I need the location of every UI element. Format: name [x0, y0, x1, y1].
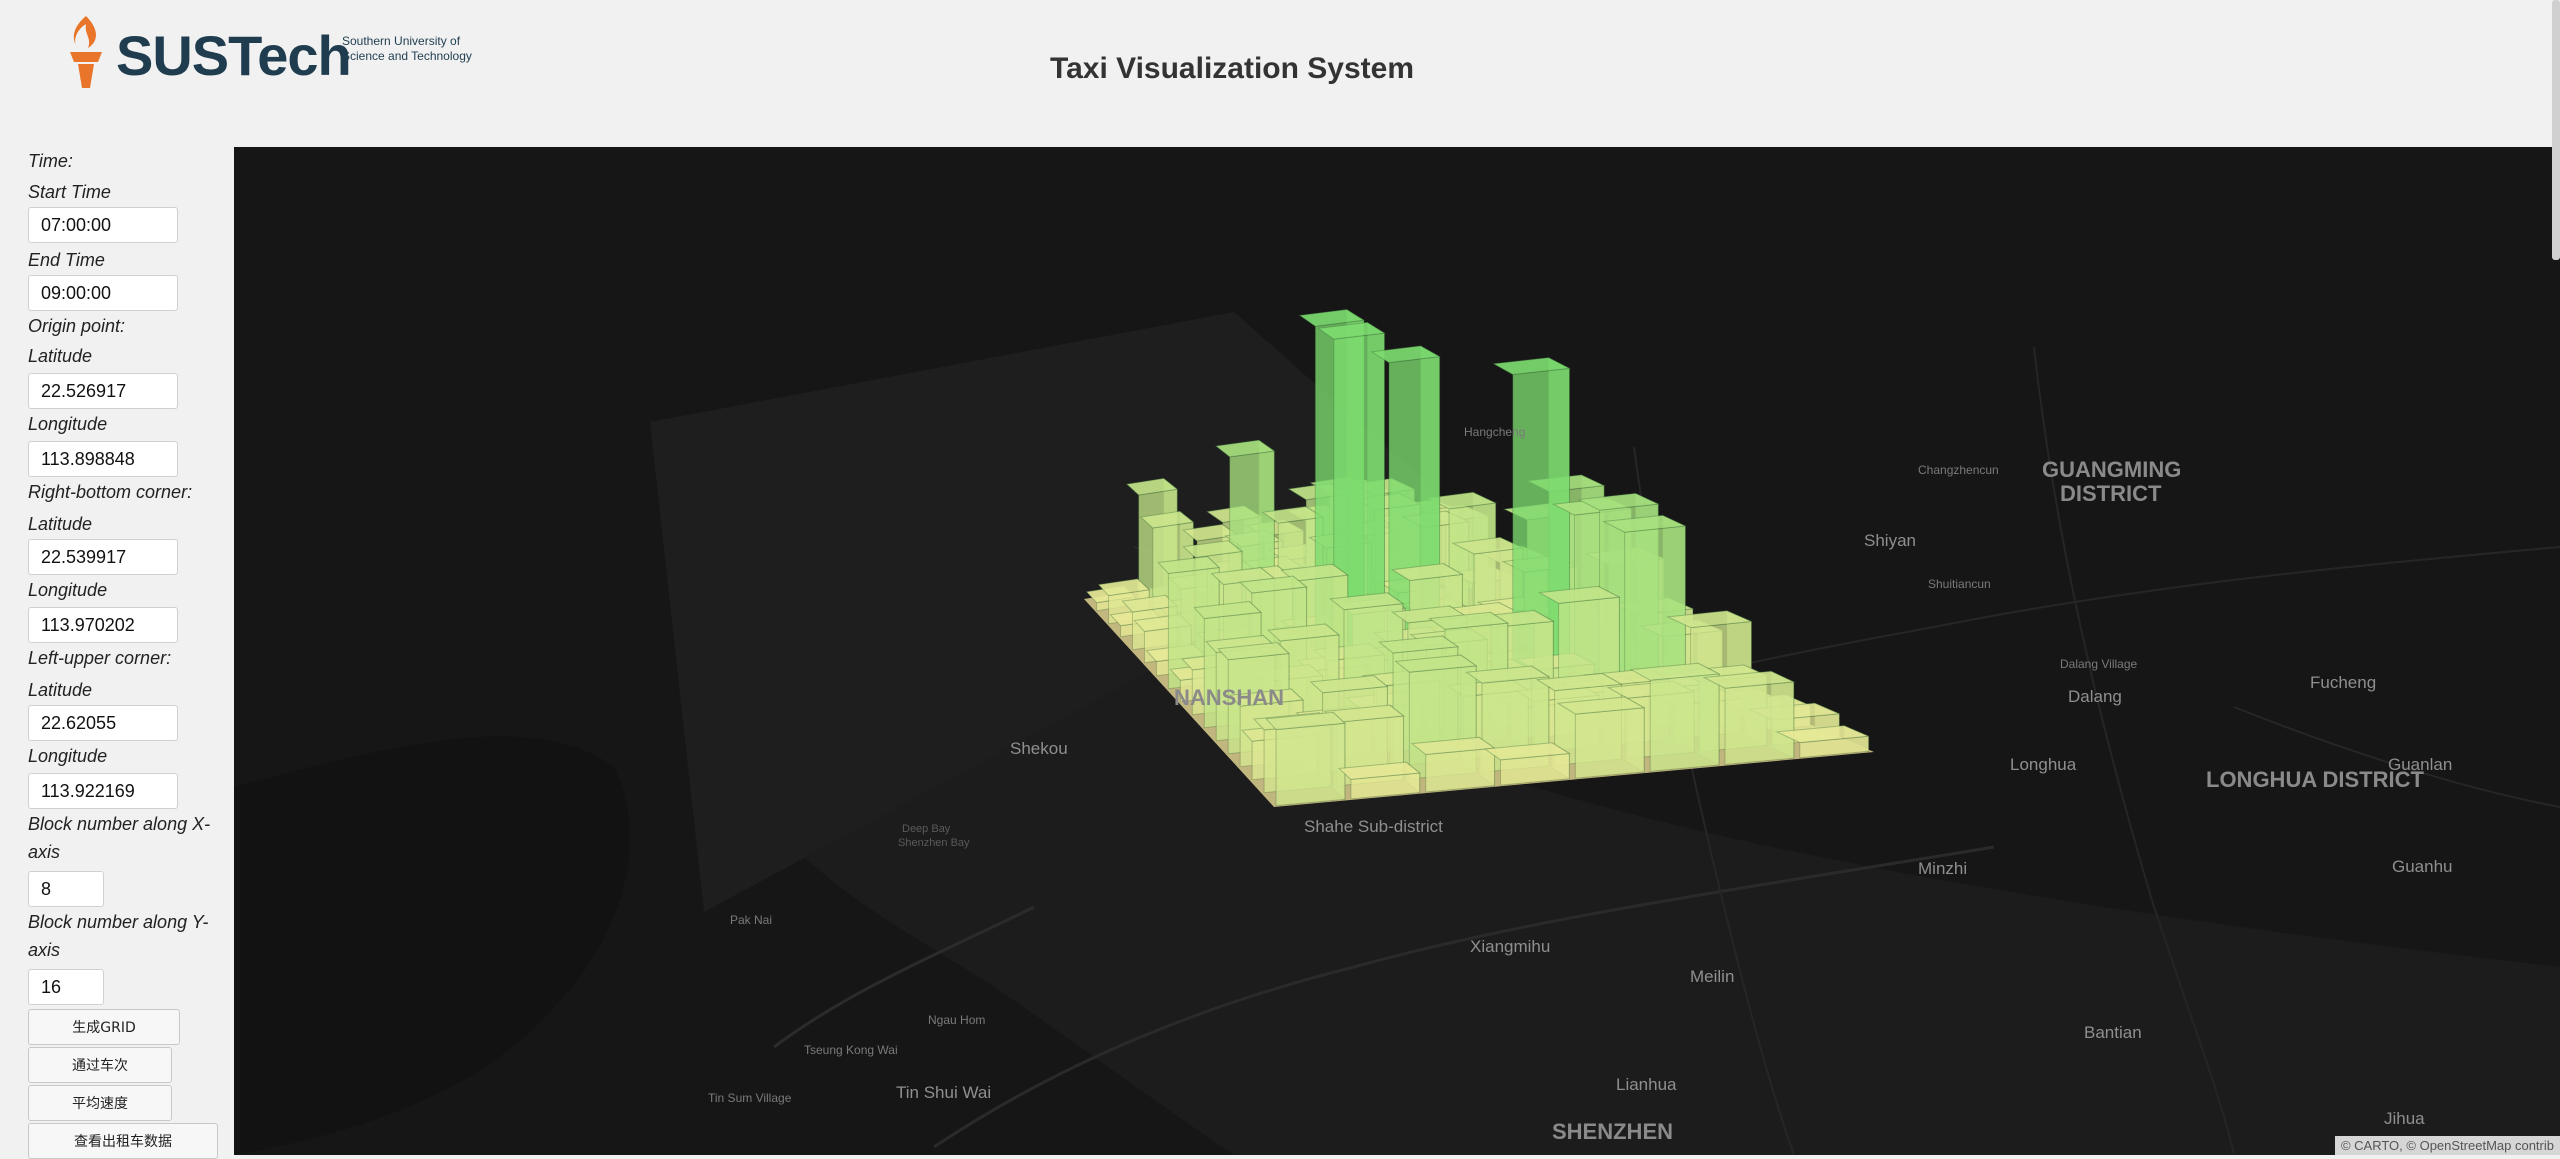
map-label: Bantian [2084, 1023, 2142, 1042]
map-label: NANSHAN [1174, 685, 1284, 710]
map-label: Tin Shui Wai [896, 1083, 992, 1102]
density-bar [1337, 761, 1421, 800]
control-sidebar: Time: Start Time End Time Origin point: … [0, 145, 232, 1159]
map-label: Dalang Village [2060, 657, 2138, 671]
start-time-input[interactable] [28, 207, 178, 243]
blocks-x-label: Block number along X- [28, 814, 211, 834]
blocks-y-label-cont: axis [28, 940, 61, 960]
map-attribution[interactable]: © CARTO, © OpenStreetMap contrib [2334, 1136, 2560, 1155]
map-label: Lianhua [1616, 1075, 1677, 1094]
map-label: Shuitiancun [1928, 577, 1991, 591]
origin-latitude-label: Latitude [28, 346, 93, 366]
origin-longitude-label: Longitude [28, 414, 108, 434]
right-bottom-longitude-input[interactable] [28, 607, 178, 643]
map-label: Changzhencun [1918, 463, 1999, 477]
map-label: Ngau Hom [928, 1013, 986, 1027]
left-upper-latitude-input[interactable] [28, 705, 178, 741]
map-label: Shahe Sub-district [1304, 817, 1443, 836]
end-time-input[interactable] [28, 275, 178, 311]
map-label: Tin Sum Village [708, 1091, 792, 1105]
view-taxi-data-button[interactable]: 查看出租车数据 [28, 1123, 218, 1159]
left-upper-longitude-label: Longitude [28, 746, 108, 766]
map-label: Tseung Kong Wai [804, 1043, 898, 1057]
origin-point-label: Origin point: [28, 316, 126, 336]
map-label: Shenzhen Bay [898, 837, 970, 849]
map-view[interactable]: GUANGMING DISTRICT LONGHUA DISTRICT NANS… [234, 147, 2560, 1155]
map-canvas[interactable] [234, 147, 2560, 1155]
left-upper-longitude-input[interactable] [28, 773, 178, 809]
map-label: Shiyan [1864, 531, 1916, 550]
map-label: DISTRICT [2060, 481, 2162, 506]
time-label: Time: [28, 151, 73, 171]
map-label: Meilin [1690, 967, 1735, 986]
blocks-x-input[interactable] [28, 871, 104, 907]
left-upper-corner-label: Left-upper corner: [28, 648, 172, 668]
blocks-y-input[interactable] [28, 969, 104, 1005]
origin-latitude-input[interactable] [28, 373, 178, 409]
header: SUSTech Southern University of Science a… [0, 0, 2560, 145]
map-label: Dalang [2068, 687, 2122, 706]
map-label: Jihua [2384, 1109, 2425, 1128]
right-bottom-latitude-input[interactable] [28, 539, 178, 575]
right-bottom-longitude-label: Longitude [28, 580, 108, 600]
blocks-x-label-cont: axis [28, 842, 61, 862]
vertical-scrollbar[interactable] [2552, 0, 2560, 260]
density-bar [1264, 711, 1347, 807]
right-bottom-latitude-label: Latitude [28, 514, 93, 534]
map-label: Guanhu [2392, 857, 2453, 876]
map-label: Deep Bay [902, 823, 951, 835]
page-title: Taxi Visualization System [1049, 52, 1415, 85]
map-label: Longhua [2010, 755, 2077, 774]
map-label: Xiangmihu [1470, 937, 1551, 956]
left-upper-latitude-label: Latitude [28, 680, 93, 700]
map-label: Guanlan [2388, 755, 2453, 774]
map-label: Fucheng [2310, 673, 2377, 692]
average-speed-button[interactable]: 平均速度 [28, 1085, 172, 1121]
origin-longitude-input[interactable] [28, 441, 178, 477]
map-label: Pak Nai [730, 913, 773, 927]
generate-grid-button[interactable]: 生成GRID [28, 1009, 180, 1045]
map-label: SHENZHEN [1552, 1119, 1674, 1144]
map-label: GUANGMING [2042, 457, 2182, 482]
map-label: Hangcheng [1464, 425, 1526, 439]
blocks-y-label: Block number along Y- [28, 912, 209, 932]
end-time-label: End Time [28, 250, 105, 270]
map-label: Minzhi [1918, 859, 1968, 878]
start-time-label: Start Time [28, 182, 111, 202]
right-bottom-corner-label: Right-bottom corner: [28, 482, 193, 502]
pass-count-button[interactable]: 通过车次 [28, 1047, 172, 1083]
map-label: Shekou [1010, 739, 1068, 758]
